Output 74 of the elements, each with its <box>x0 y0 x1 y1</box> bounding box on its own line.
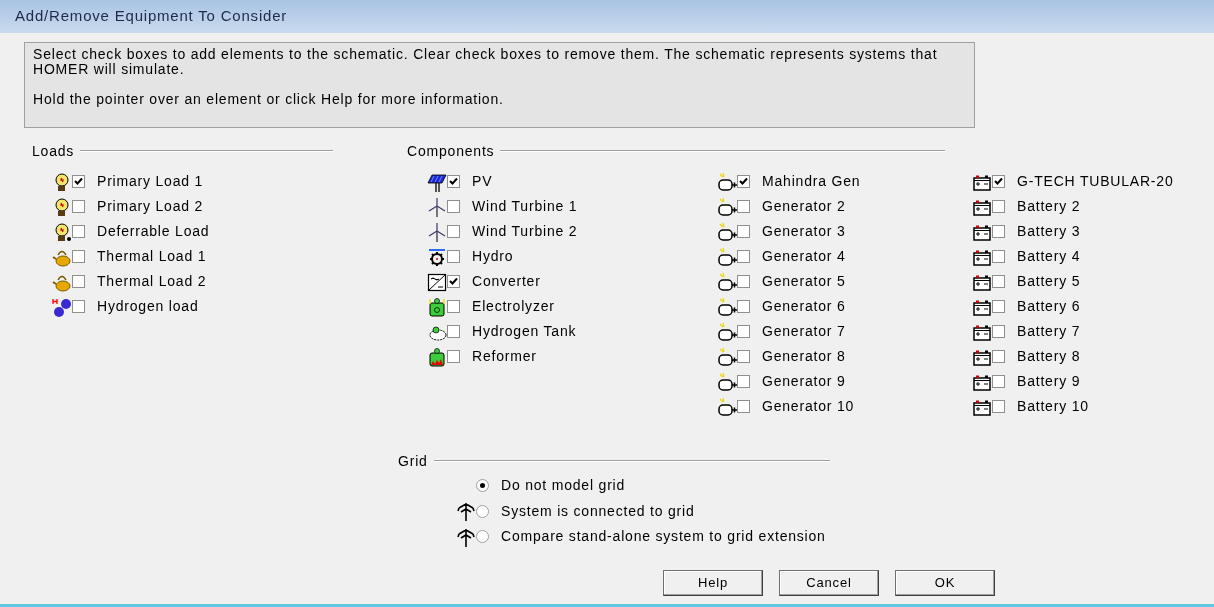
generator-icon <box>717 271 737 292</box>
checkbox[interactable]: Battery 6 <box>992 296 1081 317</box>
checkbox[interactable]: Battery 3 <box>992 221 1081 242</box>
generator-icon <box>717 396 737 417</box>
generator-icon <box>717 221 737 242</box>
instruction-text: Hold the pointer over an element or click Help for more information. <box>33 92 505 107</box>
dialog-button[interactable]: Cancel <box>779 569 879 596</box>
generator-icon <box>717 321 737 342</box>
checkbox[interactable]: Generator 10 <box>737 396 855 417</box>
checkmark-icon <box>74 177 83 186</box>
pylon-icon <box>456 526 476 547</box>
bulb-icon <box>52 221 72 242</box>
solar-panel-icon <box>427 171 447 192</box>
checkbox[interactable]: Battery 7 <box>992 321 1081 342</box>
bulb-icon <box>52 171 72 192</box>
checkbox[interactable]: Primary Load 2 <box>72 196 204 217</box>
section-label: Loads <box>32 141 75 161</box>
checkbox[interactable]: Deferrable Load <box>72 221 210 242</box>
wind-turbine-icon <box>427 221 447 242</box>
window-title: Add/Remove Equipment To Consider <box>15 6 288 27</box>
checkbox[interactable]: PV <box>447 171 493 192</box>
radio-button[interactable]: Compare stand-alone system to grid extension <box>476 526 826 548</box>
checkbox[interactable]: Converter <box>447 271 541 292</box>
checkbox[interactable]: Hydrogen load <box>72 296 199 317</box>
checkmark-icon <box>739 177 748 186</box>
checkbox[interactable]: Hydrogen Tank <box>447 321 577 342</box>
instruction-text: Select check boxes to add elements to the schematic. Clear check boxes to remove them. The schematic represents systems that HOMER will simulate. <box>33 47 939 77</box>
pylon-icon <box>456 501 476 522</box>
checkmark-icon <box>449 277 458 286</box>
water-wheel-icon <box>427 246 447 267</box>
checkbox[interactable]: Generator 8 <box>737 346 846 367</box>
dialog-button[interactable]: OK <box>895 569 995 596</box>
checkbox[interactable]: Battery 10 <box>992 396 1089 417</box>
checkbox[interactable]: Mahindra Gen <box>737 171 861 192</box>
dialog-button[interactable]: Help <box>663 569 763 596</box>
checkbox[interactable]: Thermal Load 2 <box>72 271 207 292</box>
checkbox[interactable]: Battery 5 <box>992 271 1081 292</box>
checkmark-icon <box>994 177 1003 186</box>
radio-button[interactable]: Do not model grid <box>476 475 626 497</box>
checkbox[interactable]: Generator 7 <box>737 321 846 342</box>
generator-icon <box>717 296 737 317</box>
checkbox[interactable]: Battery 2 <box>992 196 1081 217</box>
checkbox[interactable]: Wind Turbine 1 <box>447 196 578 217</box>
checkbox[interactable]: Generator 5 <box>737 271 846 292</box>
molecule-icon <box>52 296 72 317</box>
checkbox[interactable]: Battery 8 <box>992 346 1081 367</box>
wind-turbine-icon <box>427 196 447 217</box>
checkbox[interactable]: G-TECH TUBULAR-20 <box>992 171 1174 192</box>
section-label: Components <box>407 141 495 161</box>
checkbox[interactable]: Generator 2 <box>737 196 846 217</box>
electrolyzer-icon <box>427 296 447 317</box>
checkbox[interactable]: Electrolyzer <box>447 296 555 317</box>
section-label: Grid <box>398 451 428 471</box>
checkbox[interactable]: Thermal Load 1 <box>72 246 207 267</box>
generator-icon <box>717 246 737 267</box>
checkbox[interactable]: Generator 6 <box>737 296 846 317</box>
bulb-icon <box>52 196 72 217</box>
converter-icon <box>427 271 447 292</box>
reformer-icon <box>427 346 447 367</box>
generator-icon <box>717 171 737 192</box>
checkbox[interactable]: Reformer <box>447 346 537 367</box>
radio-button[interactable]: System is connected to grid <box>476 500 695 522</box>
checkbox[interactable]: Wind Turbine 2 <box>447 221 578 242</box>
checkbox[interactable]: Primary Load 1 <box>72 171 204 192</box>
checkbox[interactable]: Generator 4 <box>737 246 846 267</box>
generator-icon <box>717 346 737 367</box>
checkmark-icon <box>449 177 458 186</box>
checkbox[interactable]: Generator 9 <box>737 371 846 392</box>
generator-icon <box>717 196 737 217</box>
checkbox[interactable]: Generator 3 <box>737 221 846 242</box>
checkbox[interactable]: Battery 9 <box>992 371 1081 392</box>
checkbox[interactable]: Battery 4 <box>992 246 1081 267</box>
generator-icon <box>717 371 737 392</box>
checkbox[interactable]: Hydro <box>447 246 514 267</box>
